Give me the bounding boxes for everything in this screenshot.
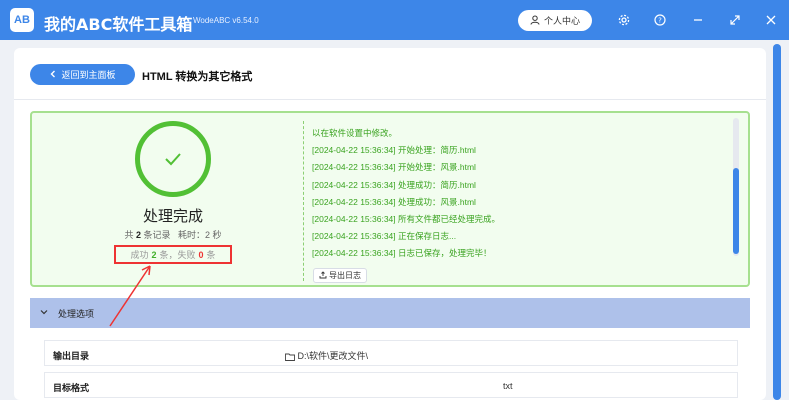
page-scrollbar-thumb[interactable]	[773, 44, 781, 400]
back-to-dashboard-button[interactable]: 返回到主面板	[30, 64, 135, 85]
log-line: [2024-04-22 15:36:34] 正在保存日志...	[312, 231, 457, 242]
log-list: 以在软件设置中修改。 [2024-04-22 15:36:34] 开始处理：简历…	[312, 125, 732, 263]
annotation-arrow	[109, 265, 151, 327]
log-scrollbar[interactable]	[733, 118, 739, 256]
export-icon	[319, 270, 327, 281]
success-unit: 条，失败	[159, 250, 196, 260]
log-line: [2024-04-22 15:36:34] 所有文件都已经处理完成。	[312, 213, 501, 224]
record-count: 2	[135, 230, 141, 240]
page-header: 返回到主面板 HTML 转换为其它格式	[14, 48, 766, 100]
log-line: [2024-04-22 15:36:34] 处理成功：风景.html	[312, 196, 476, 207]
output-dir-value: D:\软件\更改文件\	[285, 349, 368, 362]
log-line: 以在软件设置中修改。	[312, 128, 398, 138]
log-line: [2024-04-22 15:36:34] 开始处理：简历.html	[312, 145, 476, 156]
target-format-label: 目标格式	[53, 383, 90, 393]
success-check-icon	[135, 121, 211, 197]
status-title: 处理完成	[142, 208, 203, 225]
app-title: 我的ABC软件工具箱	[44, 15, 193, 34]
options-header-label: 处理选项	[58, 308, 95, 319]
minimize-icon[interactable]	[690, 12, 706, 28]
chevron-left-icon	[49, 70, 57, 80]
user-center-button[interactable]: 个人中心	[518, 10, 592, 31]
help-icon[interactable]: ?	[652, 12, 668, 28]
log-line: [2024-04-22 15:36:34] 开始处理：风景.html	[312, 162, 476, 173]
svg-text:?: ?	[658, 17, 662, 25]
record-suffix: 条记录	[143, 230, 171, 240]
export-log-button[interactable]: 导出日志	[313, 268, 367, 283]
main-panel: 返回到主面板 HTML 转换为其它格式 处理完成 共 2 条记录 耗时：2 秒 …	[14, 48, 766, 400]
log-line: [2024-04-22 15:36:34] 处理成功：简历.html	[312, 179, 476, 190]
fail-count: 0	[198, 249, 204, 260]
app-version: WodeABC v6.54.0	[193, 16, 259, 25]
time-value: 2 秒	[205, 230, 222, 240]
divider	[303, 121, 304, 281]
target-format-row[interactable]: 目标格式 txt	[44, 372, 738, 398]
user-icon	[530, 15, 540, 27]
summary-prefix: 共	[124, 230, 134, 240]
target-format-value: txt	[503, 381, 513, 391]
output-dir-text: D:\软件\更改文件\	[297, 351, 369, 361]
user-center-label: 个人中心	[543, 16, 580, 26]
app-logo: AB	[10, 8, 34, 32]
maximize-icon[interactable]	[727, 12, 743, 28]
log-line: [2024-04-22 15:36:34] 日志已保存，处理完毕！	[312, 248, 492, 259]
output-directory-row[interactable]: 输出目录 D:\软件\更改文件\	[44, 340, 738, 366]
back-button-label: 返回到主面板	[61, 70, 116, 80]
page-scrollbar[interactable]	[773, 44, 781, 400]
summary-records: 共 2 条记录 耗时：2 秒	[32, 228, 314, 241]
time-label: 耗时：	[178, 230, 206, 240]
log-scrollbar-thumb[interactable]	[733, 168, 739, 254]
fail-unit: 条	[206, 250, 216, 260]
page-title: HTML 转换为其它格式	[142, 71, 253, 83]
close-icon[interactable]	[763, 12, 779, 28]
folder-icon	[285, 351, 298, 361]
title-bar: AB 我的ABC软件工具箱 WodeABC v6.54.0 个人中心 ?	[0, 0, 789, 40]
export-log-label: 导出日志	[329, 271, 361, 280]
chevron-down-icon	[40, 308, 48, 318]
settings-gear-icon[interactable]	[616, 12, 632, 28]
output-dir-label: 输出目录	[53, 351, 90, 361]
